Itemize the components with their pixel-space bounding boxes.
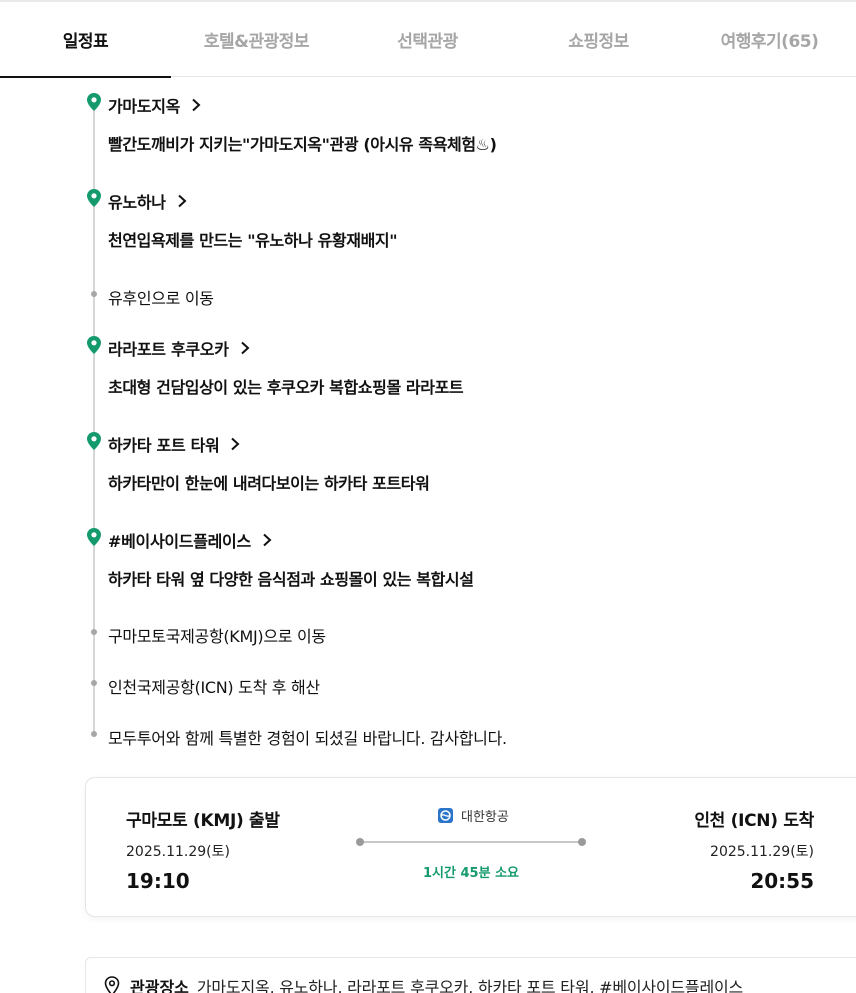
- airline-info: 대한항공: [438, 806, 509, 825]
- list-item: 하카타 포트 타워 하카타만이 한눈에 내려다보이는 하카타 포트타워: [108, 432, 430, 494]
- dot-icon: [91, 291, 97, 297]
- chevron-right-icon: [192, 98, 201, 112]
- tab-reviews[interactable]: 여행후기(65): [684, 2, 855, 77]
- place-title: 하카타 포트 타워: [108, 436, 220, 455]
- list-item: #베이사이드플레이스 하카타 타워 옆 다양한 음식점과 쇼핑몰이 있는 복합시…: [108, 528, 474, 590]
- place-description: 빨간도깨비가 지키는"가마도지옥"관광 (아시유 족욕체험♨): [108, 135, 497, 154]
- place-description: 초대형 건담입상이 있는 후쿠오카 복합쇼핑몰 라라포트: [108, 378, 464, 397]
- tab-itinerary[interactable]: 일정표: [0, 2, 171, 78]
- arrival-date: 2025.11.29(토): [710, 844, 814, 860]
- flight-duration: 1시간 45분 소요: [423, 866, 519, 881]
- chevron-right-icon: [263, 533, 272, 547]
- departure-info: 구마모토 (KMJ) 출발 2025.11.29(토) 19:10: [126, 806, 280, 893]
- location-outline-icon: [104, 976, 120, 993]
- route-start-dot: [356, 838, 364, 846]
- chevron-right-icon: [231, 437, 240, 451]
- place-description: 천연입욕제를 만드는 "유노하나 유황재배지": [108, 231, 398, 250]
- chevron-right-icon: [240, 341, 250, 355]
- tab-hotel-sightseeing[interactable]: 호텔&관광정보: [171, 2, 342, 77]
- korean-air-logo-icon: [438, 808, 453, 823]
- location-pin-icon: [87, 189, 101, 207]
- departure-date: 2025.11.29(토): [126, 844, 230, 860]
- sightseeing-info-box: 관광장소 가마도지옥, 유노하나, 라라포트 후쿠오카, 하카타 포트 타워, …: [85, 957, 856, 993]
- departure-time: 19:10: [126, 869, 190, 893]
- list-item: 가마도지옥 빨간도깨비가 지키는"가마도지옥"관광 (아시유 족욕체험♨): [108, 93, 497, 155]
- dot-icon: [91, 731, 97, 737]
- route-end-dot: [578, 838, 586, 846]
- dot-icon: [91, 629, 97, 635]
- chevron-right-icon: [178, 194, 187, 208]
- place-link[interactable]: 하카타 포트 타워: [108, 432, 429, 456]
- tab-bar: 일정표 호텔&관광정보 선택관광 쇼핑정보 여행후기(65): [0, 0, 856, 78]
- arrival-city: 인천 (ICN) 도착: [694, 811, 814, 831]
- itinerary-timeline: 가마도지옥 빨간도깨비가 지키는"가마도지옥"관광 (아시유 족욕체험♨) 유노…: [0, 77, 856, 757]
- place-description: 하카타 타워 옆 다양한 음식점과 쇼핑몰이 있는 복합시설: [108, 570, 474, 589]
- dot-icon: [91, 680, 97, 686]
- move-step: 유후인으로 이동: [108, 289, 214, 308]
- route-line: [360, 841, 582, 843]
- place-link[interactable]: 유노하나: [108, 189, 397, 213]
- place-link[interactable]: 가마도지옥: [108, 93, 497, 117]
- place-title: 라라포트 후쿠오카: [108, 340, 229, 359]
- move-step: 모두투어와 함께 특별한 경험이 되셨길 바랍니다. 감사합니다.: [108, 729, 507, 748]
- info-label: 관광장소: [130, 978, 189, 993]
- place-link[interactable]: 라라포트 후쿠오카: [108, 336, 463, 360]
- airline-name: 대한항공: [461, 810, 509, 825]
- place-title: #베이사이드플레이스: [108, 532, 251, 551]
- sightseeing-row: 관광장소 가마도지옥, 유노하나, 라라포트 후쿠오카, 하카타 포트 타워, …: [104, 974, 743, 993]
- location-pin-icon: [87, 336, 101, 354]
- list-item: 라라포트 후쿠오카 초대형 건담입상이 있는 후쿠오카 복합쇼핑몰 라라포트: [108, 336, 464, 398]
- flight-route: [356, 836, 586, 848]
- flight-card: 구마모토 (KMJ) 출발 2025.11.29(토) 19:10 대한항공 1…: [85, 777, 856, 917]
- move-step: 구마모토국제공항(KMJ)으로 이동: [108, 627, 326, 646]
- tab-shopping[interactable]: 쇼핑정보: [513, 2, 684, 77]
- location-pin-icon: [87, 432, 101, 450]
- tab-optional-tour[interactable]: 선택관광: [342, 2, 513, 77]
- location-pin-icon: [87, 528, 101, 546]
- place-link[interactable]: #베이사이드플레이스: [108, 528, 474, 552]
- place-description: 하카타만이 한눈에 내려다보이는 하카타 포트타워: [108, 474, 430, 493]
- location-pin-icon: [87, 93, 101, 111]
- place-title: 가마도지옥: [108, 97, 181, 116]
- departure-city: 구마모토 (KMJ) 출발: [126, 811, 280, 831]
- arrival-time: 20:55: [750, 869, 814, 893]
- arrival-info: 인천 (ICN) 도착 2025.11.29(토) 20:55: [694, 806, 814, 893]
- list-item: 유노하나 천연입욕제를 만드는 "유노하나 유황재배지": [108, 189, 398, 251]
- move-step: 인천국제공항(ICN) 도착 후 해산: [108, 678, 320, 697]
- place-title: 유노하나: [108, 193, 166, 212]
- info-value: 가마도지옥, 유노하나, 라라포트 후쿠오카, 하카타 포트 타워, #베이사이…: [196, 978, 744, 993]
